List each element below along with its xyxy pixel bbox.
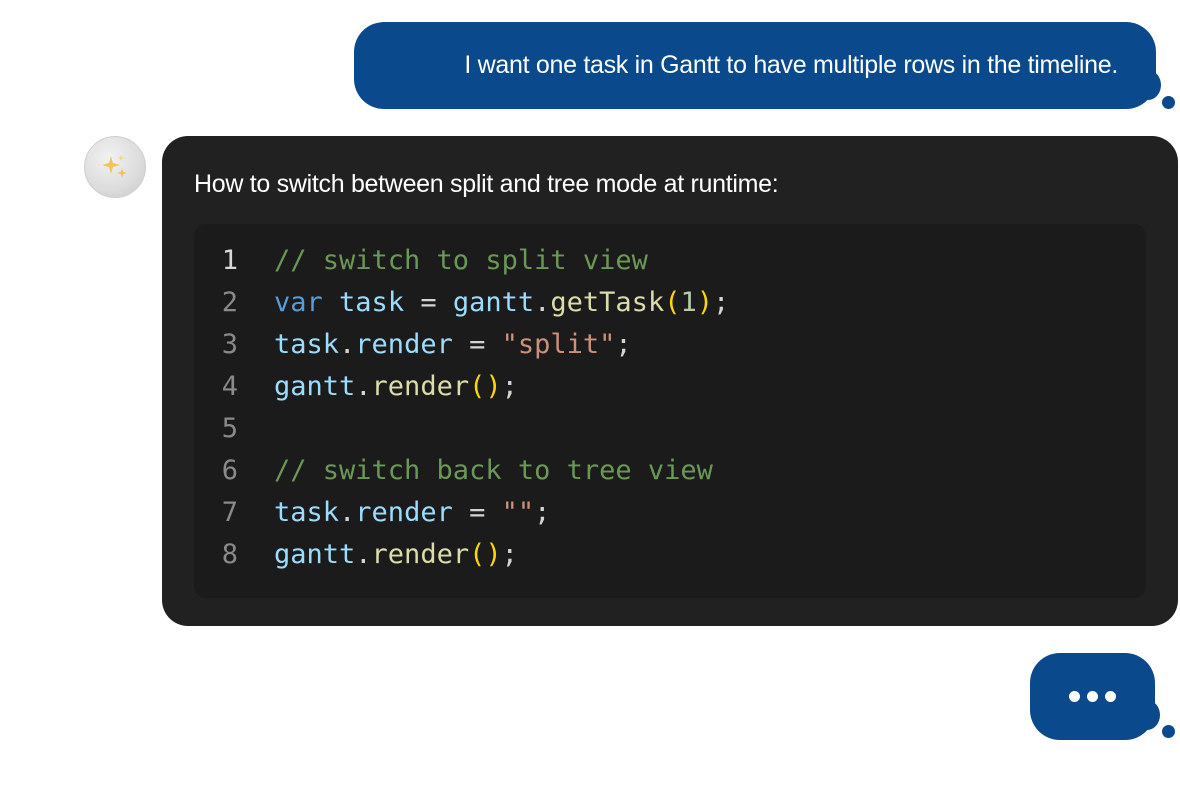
sparkles-icon: [102, 155, 127, 178]
code-token: .: [339, 329, 356, 360]
code-token: .: [355, 371, 372, 402]
code-line: 2 var task = gantt.getTask(1);: [194, 282, 1146, 324]
assistant-heading: How to switch between split and tree mod…: [194, 170, 779, 198]
line-code: // switch back to tree view: [274, 450, 713, 492]
user-bubble-tail: [1135, 70, 1161, 100]
line-code: gantt.render();: [274, 366, 518, 408]
code-token: task: [274, 497, 340, 528]
code-token: task: [274, 329, 340, 360]
code-token: "": [501, 497, 535, 528]
line-code: task.render = "";: [274, 492, 550, 534]
typing-bubble-tail: [1134, 700, 1160, 730]
line-number: 4: [221, 371, 238, 402]
code-block: 1 // switch to split view 2 var task = gant…: [194, 224, 1146, 598]
code-token: gantt: [274, 539, 356, 570]
user-message-text: I want one task in Gantt to have multipl…: [464, 51, 1118, 79]
code-token: ;: [534, 497, 551, 528]
code-token: render: [371, 539, 470, 570]
line-number: 8: [221, 539, 238, 570]
code-token: gantt: [452, 287, 535, 318]
code-line: 5: [194, 408, 1146, 450]
line-code: gantt.render();: [274, 534, 518, 576]
assistant-message-bubble: How to switch between split and tree mod…: [162, 136, 1178, 626]
code-token: ): [696, 287, 713, 318]
user-message-bubble: I want one task in Gantt to have multipl…: [354, 22, 1156, 109]
code-token: gantt: [274, 371, 356, 402]
code-token: (): [469, 371, 502, 402]
code-line: 4 gantt.render();: [194, 366, 1146, 408]
code-token: =: [452, 329, 502, 360]
code-token: ;: [713, 287, 730, 318]
line-number: 7: [221, 497, 238, 528]
code-token: ;: [615, 329, 632, 360]
user-bubble-tail-dot: [1162, 96, 1175, 109]
code-token: ;: [501, 371, 518, 402]
line-code: task.render = "split";: [274, 324, 632, 366]
code-line: 1 // switch to split view: [194, 240, 1146, 282]
line-number: 5: [221, 413, 238, 444]
line-code: var task = gantt.getTask(1);: [274, 282, 729, 324]
code-token: render: [355, 497, 453, 528]
line-number: 6: [221, 455, 238, 486]
code-token: render: [371, 371, 470, 402]
code-token: var: [274, 287, 323, 318]
line-number: 3: [221, 329, 238, 360]
line-number: 1: [221, 245, 238, 276]
code-token: (: [664, 287, 681, 318]
code-token: =: [452, 497, 502, 528]
code-token: .: [355, 539, 372, 570]
code-token: (): [469, 539, 502, 570]
line-number: 2: [221, 287, 238, 318]
code-token: render: [355, 329, 453, 360]
typing-bubble-tail-dot: [1162, 725, 1175, 738]
code-token: .: [534, 287, 551, 318]
code-line: 3 task.render = "split";: [194, 324, 1146, 366]
code-token: .: [339, 497, 356, 528]
code-line: 7 task.render = "";: [194, 492, 1146, 534]
code-token: // switch to split view: [274, 245, 648, 276]
code-token: getTask: [550, 287, 665, 318]
typing-dots-icon: [1069, 691, 1116, 702]
code-token: =: [404, 287, 453, 318]
code-token: task: [339, 287, 405, 318]
code-token: // switch back to tree view: [274, 455, 713, 486]
typing-indicator-bubble: [1030, 653, 1155, 740]
code-line: 6 // switch back to tree view: [194, 450, 1146, 492]
code-token: ;: [501, 539, 518, 570]
code-token: "split": [501, 329, 616, 360]
code-token: 1: [680, 287, 697, 318]
code-line: 8 gantt.render();: [194, 534, 1146, 576]
assistant-avatar: [84, 136, 146, 198]
line-code: // switch to split view: [274, 240, 648, 282]
